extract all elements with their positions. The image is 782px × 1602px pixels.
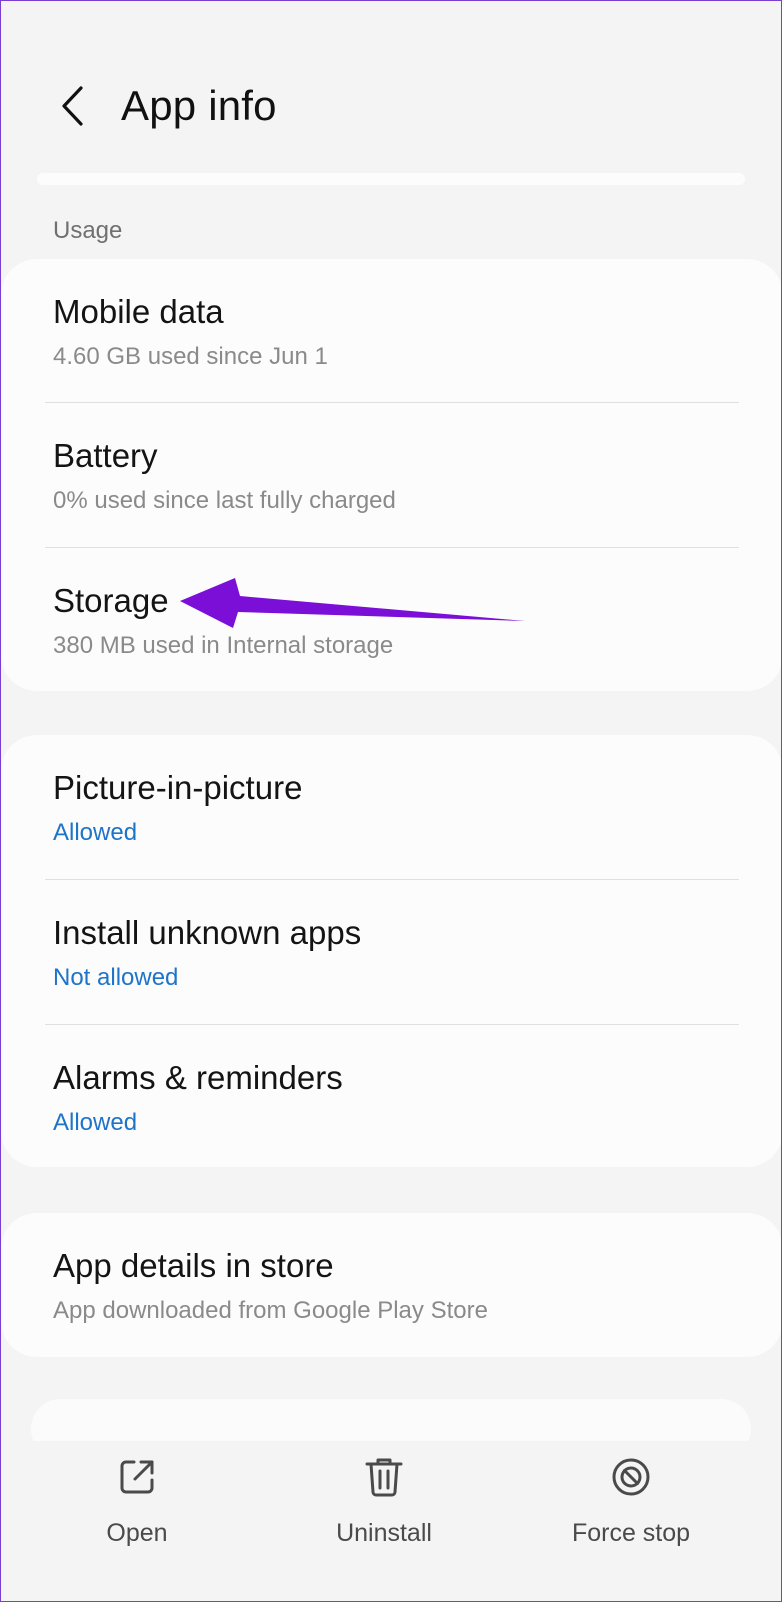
item-status: Allowed [53,819,138,846]
list-item-mobile-data[interactable]: Mobile data 4.60 GB used since Jun 1 [1,259,781,403]
action-label: Force stop [571,1519,691,1547]
action-label: Uninstall [336,1519,432,1547]
list-item-battery[interactable]: Battery 0% used since last fully charged [1,403,781,547]
open-button[interactable]: Open [37,1455,237,1565]
item-status: Allowed [53,1109,138,1136]
trash-icon [365,1458,403,1497]
permissions-card: Picture-in-picture Allowed Install unkno… [1,735,781,1169]
force-stop-icon [612,1458,650,1496]
store-card: App details in store App downloaded from… [1,1213,781,1357]
app-bar: App info [53,75,277,137]
item-label: Mobile data [53,293,224,330]
chevron-left-icon [62,86,83,126]
item-label: Install unknown apps [53,914,362,951]
list-item-picture-in-picture[interactable]: Picture-in-picture Allowed [1,735,781,879]
usage-card: Mobile data 4.60 GB used since Jun 1 Bat… [1,259,781,692]
list-item-alarms-reminders[interactable]: Alarms & reminders Allowed [1,1025,781,1169]
force-stop-button[interactable]: Force stop [531,1455,731,1565]
item-summary: App downloaded from Google Play Store [53,1297,488,1324]
item-summary: 0% used since last fully charged [53,487,396,514]
uninstall-button[interactable]: Uninstall [284,1455,484,1565]
item-status: Not allowed [53,964,179,991]
section-label-usage: Usage [53,217,123,244]
list-item-storage[interactable]: Storage 380 MB used in Internal storage [1,548,781,692]
screen: App info Usage Mobile data 4.60 GB used … [0,0,782,1602]
page-title: App info [121,82,277,129]
item-label: Battery [53,437,158,474]
list-item-install-unknown-apps[interactable]: Install unknown apps Not allowed [1,880,781,1024]
item-summary: 4.60 GB used since Jun 1 [53,343,328,370]
back-button[interactable] [53,84,93,128]
list-item-app-details-in-store[interactable]: App details in store App downloaded from… [1,1213,781,1357]
item-label: Picture-in-picture [53,769,303,806]
item-label: Alarms & reminders [53,1059,343,1096]
open-external-icon [120,1460,154,1494]
item-summary: 380 MB used in Internal storage [53,632,394,659]
previous-card-edge [37,173,745,185]
action-label: Open [106,1519,168,1547]
item-label: App details in store [53,1247,334,1284]
bottom-action-bar: Open Uninstall Force stop [1,1441,781,1601]
item-label: Storage [53,582,169,619]
